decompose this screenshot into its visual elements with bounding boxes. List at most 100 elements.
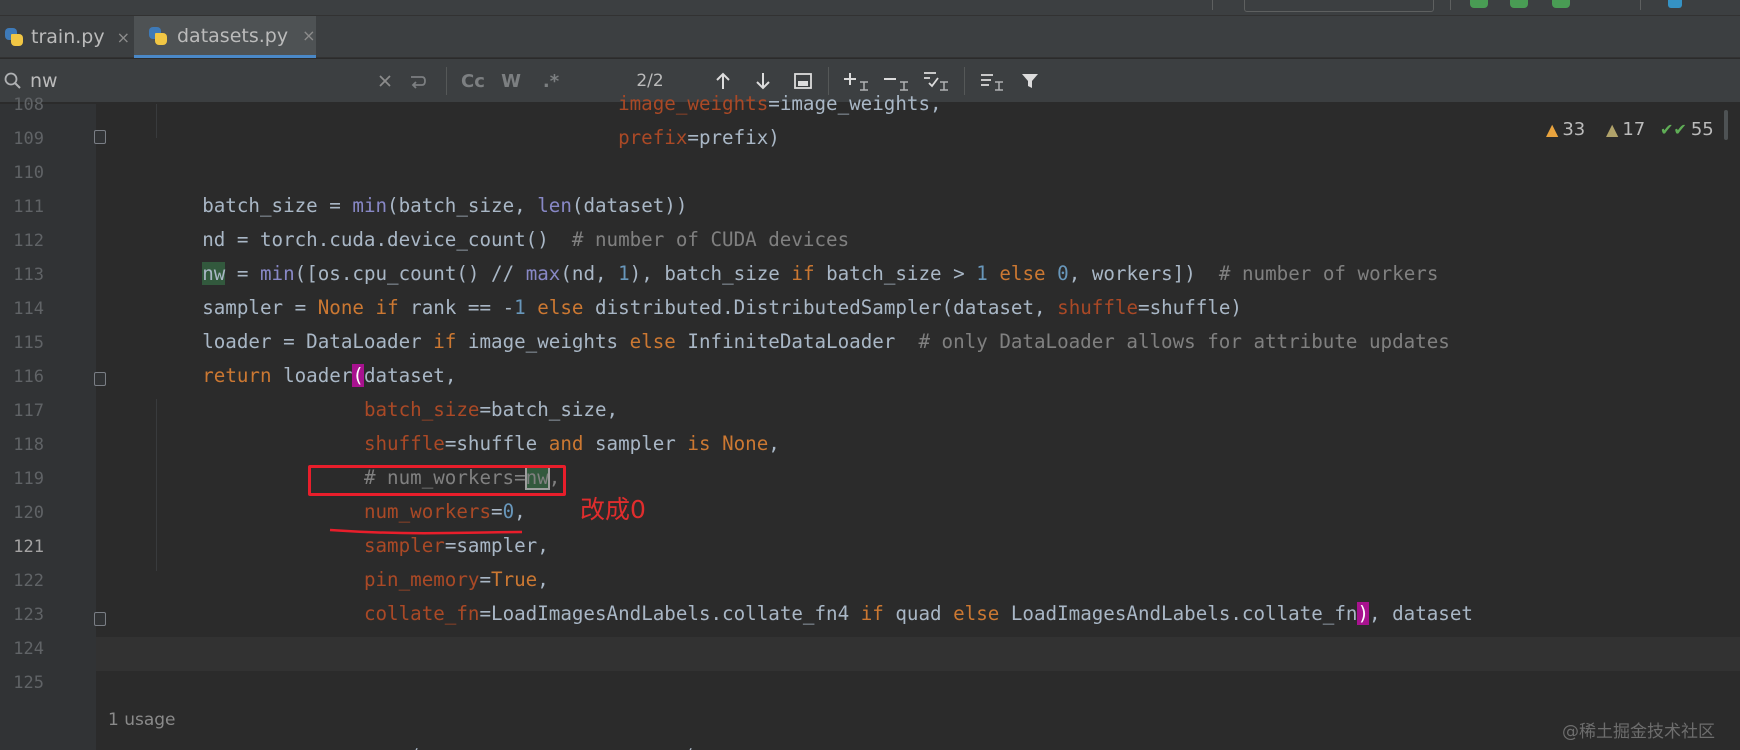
- code-token: =image_weights,: [768, 92, 942, 115]
- warnings-indicator[interactable]: ▲ 33: [1546, 114, 1585, 144]
- tab-datasets-py[interactable]: datasets.py ×: [134, 16, 316, 58]
- double-check-icon: ✔✔: [1660, 119, 1687, 139]
- code-token: (batch_size,: [387, 194, 538, 217]
- code-token: if: [433, 330, 457, 353]
- filter-search-results-icon[interactable]: [976, 59, 1008, 103]
- code-line[interactable]: batch_size=batch_size,: [156, 393, 618, 427]
- python-file-icon: [148, 26, 168, 46]
- annotation-red-box: [308, 465, 566, 496]
- code-line[interactable]: prefix=prefix): [156, 121, 780, 155]
- code-token: =: [225, 262, 260, 285]
- code-token: =: [479, 568, 492, 591]
- code-editor[interactable]: 108 image_weights=image_weights, 109 pref…: [0, 92, 1740, 750]
- tab-label: train.py: [31, 26, 105, 48]
- code-token: is: [687, 432, 711, 455]
- code-token: collate_fn: [363, 602, 480, 625]
- code-token: 1: [514, 296, 526, 319]
- code-line[interactable]: return loader(dataset,: [156, 359, 456, 393]
- code-token: ,: [514, 500, 526, 523]
- line-number: 117: [13, 401, 44, 421]
- filter-icon[interactable]: [1016, 59, 1044, 103]
- code-token: distributed.DistributedSampler(dataset,: [583, 296, 1058, 319]
- line-number: 116: [13, 367, 44, 387]
- code-token: None: [317, 296, 364, 319]
- bookmark-icon[interactable]: [1668, 0, 1682, 8]
- code-token: True: [491, 568, 538, 591]
- run-configuration-selector[interactable]: [1244, 0, 1434, 12]
- close-icon[interactable]: ×: [117, 28, 130, 47]
- code-token: LoadImagesAndLabels.collate_fn: [999, 602, 1358, 625]
- line-number: 110: [13, 163, 44, 183]
- code-token: and: [548, 432, 584, 455]
- fold-marker-icon[interactable]: [94, 612, 106, 626]
- code-token: 1: [976, 262, 988, 285]
- code-line[interactable]: nw = min([os.cpu_count() // max(nd, 1), …: [156, 257, 1438, 291]
- code-token: sampler: [363, 534, 445, 557]
- code-token: len: [537, 194, 572, 217]
- code-token: ,: [537, 568, 549, 591]
- line-number: 113: [13, 265, 44, 285]
- code-line[interactable]: loader = DataLoader if image_weights els…: [156, 325, 1450, 359]
- code-token: else: [537, 296, 584, 319]
- code-line[interactable]: shuffle=shuffle and sampler is None,: [156, 427, 780, 461]
- code-line[interactable]: nd = torch.cuda.device_count() # number …: [156, 223, 849, 257]
- code-line[interactable]: image_weights=image_weights,: [156, 87, 942, 121]
- tab-train-py[interactable]: train.py ×: [0, 16, 130, 58]
- code-token: # number of workers: [1218, 262, 1439, 285]
- editor-scrollbar[interactable]: [1724, 110, 1728, 140]
- code-token: quad: [883, 602, 954, 625]
- code-line[interactable]: sampler = None if rank == -1 else distri…: [156, 291, 1242, 325]
- weak-warning-icon: ▲: [1606, 119, 1619, 139]
- find-separator: [964, 67, 965, 95]
- code-token: prefix: [618, 126, 688, 149]
- debug-icon[interactable]: [1510, 0, 1528, 8]
- code-token: loader: [271, 364, 353, 387]
- warnings-count: 33: [1562, 118, 1586, 140]
- code-token: min: [259, 262, 295, 285]
- line-number: 121: [13, 537, 44, 557]
- fold-marker-icon[interactable]: [94, 130, 106, 144]
- toolbar-separator: [1212, 0, 1213, 10]
- watermark: @稀土掘金技术社区: [1562, 722, 1715, 742]
- code-token: (: [352, 364, 364, 387]
- code-token: =: [491, 500, 503, 523]
- typos-indicator[interactable]: ✔✔ 55: [1660, 114, 1714, 144]
- line-number: 115: [13, 333, 44, 353]
- code-token: ([os.cpu_count() //: [294, 262, 526, 285]
- close-icon[interactable]: ×: [302, 26, 315, 45]
- coverage-icon[interactable]: [1552, 0, 1570, 8]
- code-token: num_workers: [363, 500, 492, 523]
- code-token: else: [999, 262, 1046, 285]
- line-number: 122: [13, 571, 44, 591]
- run-icon[interactable]: [1470, 0, 1488, 8]
- code-token: dataset,: [363, 364, 457, 387]
- fold-marker-icon[interactable]: [94, 372, 106, 386]
- code-line[interactable]: collate_fn=LoadImagesAndLabels.collate_f…: [156, 597, 1473, 631]
- code-token: nd = torch.cuda.device_count(): [156, 228, 572, 251]
- code-token: =shuffle): [1138, 296, 1242, 319]
- code-token: =batch_size,: [479, 398, 619, 421]
- usage-hint[interactable]: 1 usage: [108, 710, 176, 730]
- code-token: # only DataLoader allows for attribute u…: [918, 330, 1450, 353]
- editor-tabs: train.py × datasets.py ×: [0, 16, 1740, 58]
- line-number: 118: [13, 435, 44, 455]
- code-token: , dataset: [1369, 602, 1473, 625]
- line-number: 120: [13, 503, 44, 523]
- line-number: 108: [13, 95, 44, 115]
- typos-count: 55: [1690, 118, 1714, 140]
- code-line[interactable]: pin_memory=True,: [156, 563, 549, 597]
- weak-warnings-indicator[interactable]: ▲ 17: [1606, 114, 1645, 144]
- code-line[interactable]: batch_size = min(batch_size, len(dataset…: [156, 189, 687, 223]
- main-toolbar: [0, 0, 1740, 16]
- code-token: batch_size >: [814, 262, 977, 285]
- line-number: 123: [13, 605, 44, 625]
- code-line[interactable]: num_workers=0,: [156, 495, 526, 529]
